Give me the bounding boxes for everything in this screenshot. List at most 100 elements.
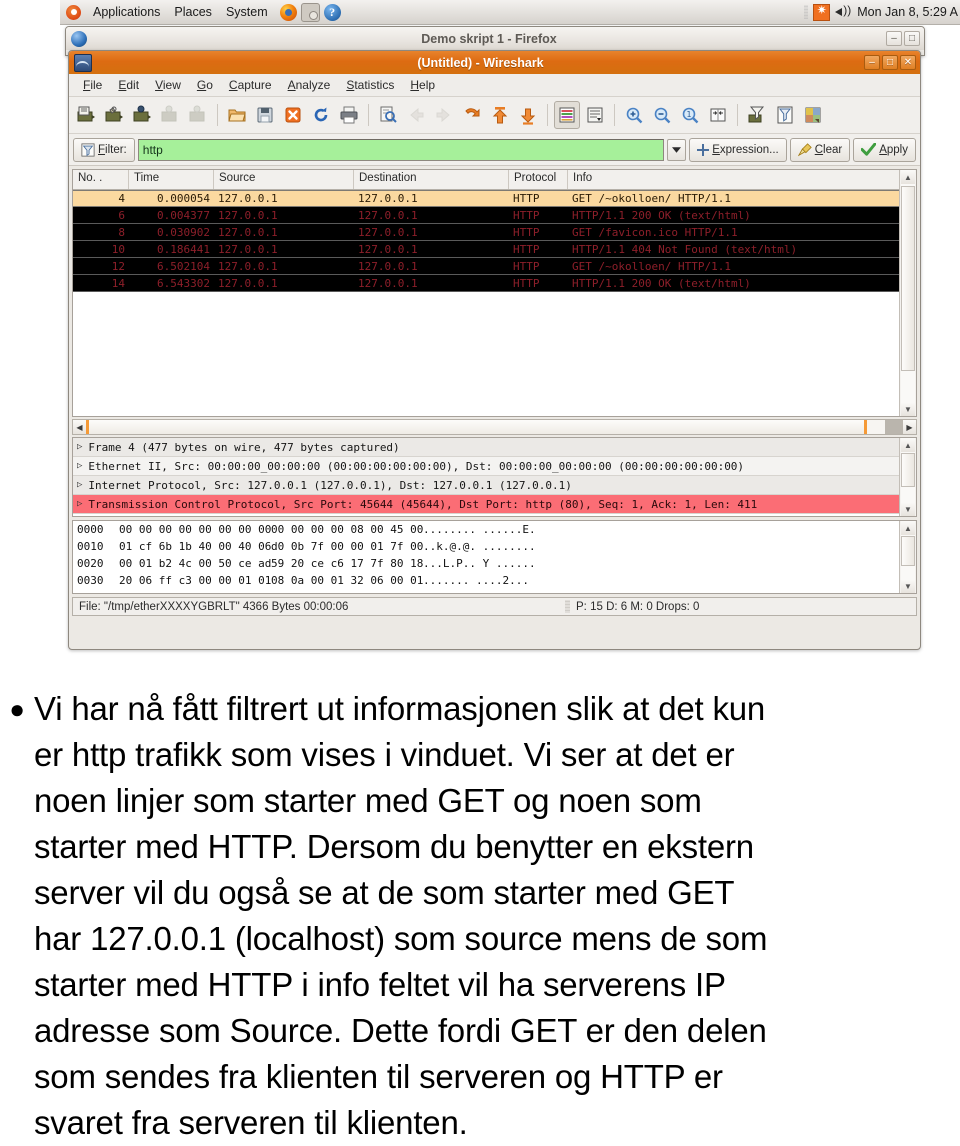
expand-triangle-icon[interactable]: ▷ bbox=[77, 480, 82, 490]
filter-input[interactable]: http bbox=[137, 138, 665, 161]
start-capture-icon[interactable] bbox=[129, 101, 155, 129]
scroll-down-arrow-icon[interactable]: ▼ bbox=[901, 579, 915, 593]
help-launcher-icon[interactable]: ? bbox=[323, 3, 341, 21]
bytes-scroll-thumb[interactable] bbox=[901, 536, 915, 566]
packet-bytes-vscrollbar[interactable]: ▲ ▼ bbox=[899, 521, 916, 593]
volume-icon[interactable] bbox=[835, 3, 852, 19]
menu-statistics[interactable]: Statistics bbox=[338, 78, 402, 92]
packet-list-pane[interactable]: No. . Time Source Destination Protocol I… bbox=[72, 169, 917, 417]
detail-row[interactable]: ▷ Frame 4 (477 bytes on wire, 477 bytes c… bbox=[73, 438, 916, 457]
panel-menu-applications[interactable]: Applications bbox=[86, 5, 167, 19]
column-header-no[interactable]: No. . bbox=[73, 170, 129, 189]
packet-row[interactable]: 8 0.030902 127.0.0.1 127.0.0.1 HTTP GET /favi… bbox=[73, 224, 916, 241]
wireshark-maximize-button[interactable]: □ bbox=[882, 55, 898, 70]
zoom-in-icon[interactable] bbox=[621, 101, 647, 129]
expand-triangle-icon[interactable]: ▷ bbox=[77, 499, 82, 509]
scroll-right-arrow-icon[interactable]: ▶ bbox=[903, 420, 916, 434]
zoom-out-icon[interactable] bbox=[649, 101, 675, 129]
bytes-scroll-track[interactable] bbox=[901, 535, 915, 579]
wireshark-titlebar[interactable]: (Untitled) - Wireshark – □ ✕ bbox=[69, 51, 920, 74]
print-icon[interactable] bbox=[336, 101, 362, 129]
expand-triangle-icon[interactable]: ▷ bbox=[77, 461, 82, 471]
menu-view[interactable]: View bbox=[147, 78, 189, 92]
menu-file[interactable]: File bbox=[75, 78, 110, 92]
menu-help[interactable]: Help bbox=[402, 78, 443, 92]
column-header-info[interactable]: Info bbox=[568, 170, 916, 189]
hex-row[interactable]: 0020 00 01 b2 4c 00 50 ce ad 59 20 ce c6 1… bbox=[73, 555, 916, 572]
save-file-icon[interactable] bbox=[252, 101, 278, 129]
update-manager-icon[interactable] bbox=[813, 3, 831, 21]
packet-list-header[interactable]: No. . Time Source Destination Protocol I… bbox=[73, 170, 916, 190]
coloring-rules-icon[interactable] bbox=[800, 101, 826, 129]
menu-edit[interactable]: Edit bbox=[110, 78, 147, 92]
hex-row[interactable]: 0010 01 cf 6b 1b 40 00 40 06 d0 0b 7f 00 0… bbox=[73, 538, 916, 555]
capture-options-icon[interactable] bbox=[101, 101, 127, 129]
open-file-icon[interactable] bbox=[224, 101, 250, 129]
packet-row[interactable]: 4 0.000054 127.0.0.1 127.0.0.1 HTTP GET /~oko… bbox=[73, 190, 916, 207]
packet-list-scroll-track[interactable] bbox=[901, 184, 915, 402]
packet-bytes-pane[interactable]: 0000 00 00 00 00 00 00 00 00 00 00 00 00 0… bbox=[72, 520, 917, 594]
packet-row[interactable]: 14 6.543302 127.0.0.1 127.0.0.1 HTTP HTTP/1.1… bbox=[73, 275, 916, 292]
filter-history-dropdown[interactable] bbox=[667, 138, 687, 161]
column-header-time[interactable]: Time bbox=[129, 170, 214, 189]
packet-row[interactable]: 10 0.186441 127.0.0.1 127.0.0.1 HTTP HTTP/1.1… bbox=[73, 241, 916, 258]
packet-row[interactable]: 12 6.502104 127.0.0.1 127.0.0.1 HTTP GET /~ok… bbox=[73, 258, 916, 275]
column-header-source[interactable]: Source bbox=[214, 170, 354, 189]
hscroll-track[interactable] bbox=[86, 420, 885, 434]
resize-columns-icon[interactable] bbox=[705, 101, 731, 129]
packet-list-scroll-thumb[interactable] bbox=[901, 186, 915, 371]
close-file-icon[interactable] bbox=[280, 101, 306, 129]
details-scroll-thumb[interactable] bbox=[901, 453, 915, 487]
packet-bytes-dump[interactable]: 0000 00 00 00 00 00 00 00 00 00 00 00 00 0… bbox=[73, 521, 916, 589]
go-first-packet-icon[interactable] bbox=[487, 101, 513, 129]
scroll-up-arrow-icon[interactable]: ▲ bbox=[901, 438, 915, 452]
list-interfaces-icon[interactable] bbox=[73, 101, 99, 129]
go-to-packet-icon[interactable] bbox=[459, 101, 485, 129]
capture-filters-icon[interactable] bbox=[744, 101, 770, 129]
expression-button[interactable]: Expression... bbox=[689, 137, 787, 162]
clear-filter-button[interactable]: Clear bbox=[789, 137, 851, 162]
packet-details-vscrollbar[interactable]: ▲ ▼ bbox=[899, 438, 916, 516]
details-scroll-track[interactable] bbox=[901, 452, 915, 502]
scroll-up-arrow-icon[interactable]: ▲ bbox=[901, 170, 915, 184]
panel-menu-system[interactable]: System bbox=[219, 5, 275, 19]
menu-go[interactable]: Go bbox=[189, 78, 221, 92]
find-packet-icon[interactable] bbox=[375, 101, 401, 129]
hscroll-thumb[interactable] bbox=[86, 420, 868, 434]
zoom-normal-icon[interactable]: 1 bbox=[677, 101, 703, 129]
packet-list-hscrollbar[interactable]: ◀ ▶ bbox=[72, 419, 917, 435]
reload-icon[interactable] bbox=[308, 101, 334, 129]
packet-details-tree[interactable]: ▷ Frame 4 (477 bytes on wire, 477 bytes c… bbox=[73, 438, 916, 514]
scroll-down-arrow-icon[interactable]: ▼ bbox=[901, 402, 915, 416]
hex-row[interactable]: 0000 00 00 00 00 00 00 00 00 00 00 00 00 0… bbox=[73, 521, 916, 538]
colorize-icon[interactable] bbox=[554, 101, 580, 129]
detail-row[interactable]: ▷ Internet Protocol, Src: 127.0.0.1 (127.… bbox=[73, 476, 916, 495]
detail-row[interactable]: ▷ Ethernet II, Src: 00:00:00_00:00:00 (00… bbox=[73, 457, 916, 476]
firefox-titlebar[interactable]: Demo skript 1 - Firefox – □ bbox=[66, 27, 924, 50]
hex-row[interactable]: 0030 20 06 ff c3 00 00 01 01 08 0a 00 01 3… bbox=[73, 572, 916, 589]
menu-analyze[interactable]: Analyze bbox=[280, 78, 339, 92]
menu-capture[interactable]: Capture bbox=[221, 78, 280, 92]
wireshark-minimize-button[interactable]: – bbox=[864, 55, 880, 70]
firefox-minimize-button[interactable]: – bbox=[886, 31, 902, 46]
packet-list-vscrollbar[interactable]: ▲ ▼ bbox=[899, 170, 916, 416]
scroll-left-arrow-icon[interactable]: ◀ bbox=[73, 420, 86, 434]
auto-scroll-icon[interactable] bbox=[582, 101, 608, 129]
column-header-protocol[interactable]: Protocol bbox=[509, 170, 568, 189]
go-last-packet-icon[interactable] bbox=[515, 101, 541, 129]
panel-clock[interactable]: Mon Jan 8, 5:29 A bbox=[857, 5, 958, 19]
wireshark-window[interactable]: (Untitled) - Wireshark – □ ✕ File Edit V… bbox=[68, 50, 921, 650]
column-header-destination[interactable]: Destination bbox=[354, 170, 509, 189]
packet-details-pane[interactable]: ▷ Frame 4 (477 bytes on wire, 477 bytes c… bbox=[72, 437, 917, 517]
panel-grip-handle[interactable] bbox=[804, 5, 809, 19]
display-filters-icon[interactable] bbox=[772, 101, 798, 129]
panel-menu-places[interactable]: Places bbox=[167, 5, 219, 19]
scroll-down-arrow-icon[interactable]: ▼ bbox=[901, 502, 915, 516]
firefox-launcher-icon[interactable] bbox=[279, 3, 297, 21]
filter-button[interactable]: Filter: bbox=[73, 137, 135, 162]
packet-list-body[interactable]: 4 0.000054 127.0.0.1 127.0.0.1 HTTP GET /~oko… bbox=[73, 190, 916, 416]
packet-row[interactable]: 6 0.004377 127.0.0.1 127.0.0.1 HTTP HTTP/1.1 … bbox=[73, 207, 916, 224]
scroll-up-arrow-icon[interactable]: ▲ bbox=[901, 521, 915, 535]
detail-row[interactable]: ▷ Transmission Control Protocol, Src Port… bbox=[73, 495, 916, 514]
firefox-maximize-button[interactable]: □ bbox=[904, 31, 920, 46]
